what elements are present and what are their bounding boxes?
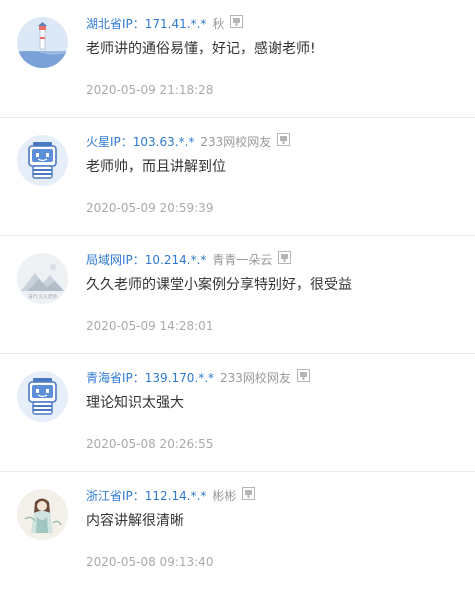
comment-location-link[interactable]: 浙江省IP：112.14.*.* <box>86 489 206 503</box>
robot-avatar-icon[interactable] <box>17 135 68 186</box>
comment-timestamp: 2020-05-09 20:59:39 <box>86 201 214 215</box>
comment-location-link[interactable]: 火星IP：103.63.*.* <box>86 135 194 149</box>
comment-author-name[interactable]: 彬彬 <box>212 489 236 503</box>
comment-item: 浙江省IP：112.14.*.* 彬彬 内容讲解很清晰 2020-05-08 09… <box>0 472 475 590</box>
report-flag-icon[interactable] <box>296 368 310 387</box>
comment-timestamp: 2020-05-09 14:28:01 <box>86 319 214 333</box>
comment-item: 青海省IP：139.170.*.* 233网校网友 理论知识太强大 2020-05… <box>0 354 475 472</box>
comment-author-name[interactable]: 青青一朵云 <box>212 253 272 267</box>
girl-illustration-avatar-icon[interactable] <box>17 489 68 540</box>
report-flag-icon[interactable] <box>242 486 256 505</box>
comment-meta: 火星IP：103.63.*.* 233网校网友 <box>86 132 291 151</box>
avatar-watermark-text: 日行 久久老师 <box>28 293 57 300</box>
comment-content: 久久老师的课堂小案例分享特别好，很受益 <box>86 277 352 293</box>
comment-location-link[interactable]: 青海省IP：139.170.*.* <box>86 371 214 385</box>
robot-avatar-icon[interactable] <box>17 371 68 422</box>
report-flag-icon[interactable] <box>278 250 292 269</box>
comment-content: 理论知识太强大 <box>86 395 184 411</box>
comment-author-name[interactable]: 233网校网友 <box>220 371 291 385</box>
comment-meta: 局域网IP：10.214.*.* 青青一朵云 <box>86 250 292 269</box>
comment-meta: 浙江省IP：112.14.*.* 彬彬 <box>86 486 256 505</box>
comment-item: 湖北省IP：171.41.*.* 秋 老师讲的通俗易懂，好记，感谢老师! 2020… <box>0 0 475 118</box>
mountain-landscape-avatar-icon[interactable]: 日行 久久老师 <box>17 253 68 304</box>
comment-content: 内容讲解很清晰 <box>86 513 184 529</box>
comment-item: 日行 久久老师 局域网IP：10.214.*.* 青青一朵云 久久老师的课堂小案例… <box>0 236 475 354</box>
comment-meta: 湖北省IP：171.41.*.* 秋 <box>86 14 244 33</box>
lighthouse-avatar-icon[interactable] <box>17 17 68 68</box>
comment-meta: 青海省IP：139.170.*.* 233网校网友 <box>86 368 310 387</box>
report-flag-icon[interactable] <box>230 14 244 33</box>
comment-timestamp: 2020-05-08 09:13:40 <box>86 555 214 569</box>
comment-timestamp: 2020-05-08 20:26:55 <box>86 437 214 451</box>
comment-item: 火星IP：103.63.*.* 233网校网友 老师帅，而且讲解到位 2020-0… <box>0 118 475 236</box>
comment-content: 老师帅，而且讲解到位 <box>86 159 226 175</box>
comment-content: 老师讲的通俗易懂，好记，感谢老师! <box>86 41 316 57</box>
report-flag-icon[interactable] <box>277 132 291 151</box>
comment-author-name[interactable]: 秋 <box>212 17 224 31</box>
comment-author-name[interactable]: 233网校网友 <box>200 135 271 149</box>
comment-timestamp: 2020-05-09 21:18:28 <box>86 83 214 97</box>
comment-location-link[interactable]: 局域网IP：10.214.*.* <box>86 253 206 267</box>
comment-location-link[interactable]: 湖北省IP：171.41.*.* <box>86 17 206 31</box>
